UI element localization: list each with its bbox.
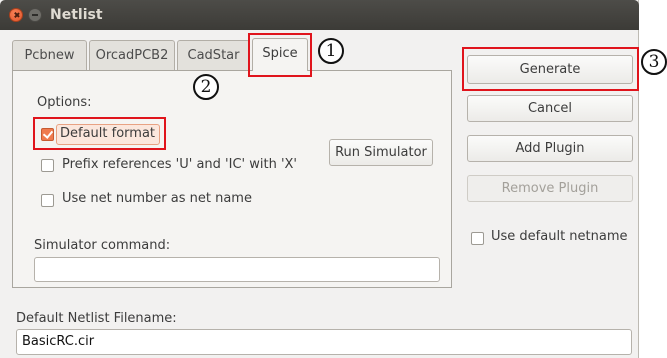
net-number-label: Use net number as net name [62,191,252,206]
window-title: Netlist [50,7,103,23]
close-window-icon[interactable] [9,8,23,22]
minimize-window-icon[interactable] [28,8,42,22]
tab-orcadpcb2[interactable]: OrcadPCB2 [89,40,175,70]
default-format-checkbox[interactable] [41,128,54,141]
options-heading: Options: [37,95,92,110]
tab-spice[interactable]: Spice [252,38,308,71]
simulator-command-input[interactable] [34,257,440,282]
add-plugin-button[interactable]: Add Plugin [467,135,633,162]
use-default-netname-checkbox[interactable] [471,232,484,245]
default-netlist-filename-input[interactable]: BasicRC.cir [16,329,632,355]
annotation-number-2: 2 [193,74,219,100]
annotation-number-3: 3 [641,49,667,75]
use-default-netname-label: Use default netname [491,229,628,244]
annotation-number-1: 1 [318,38,344,64]
tab-cadstar[interactable]: CadStar [177,40,250,70]
default-format-label: Default format [60,126,156,141]
remove-plugin-button: Remove Plugin [467,175,633,202]
prefix-references-label: Prefix references 'U' and 'IC' with 'X' [62,157,298,172]
default-netlist-filename-label: Default Netlist Filename: [16,311,177,326]
generate-button[interactable]: Generate [467,55,633,84]
simulator-command-label: Simulator command: [34,238,171,253]
run-simulator-button[interactable]: Run Simulator [329,139,433,166]
cancel-button[interactable]: Cancel [467,95,633,122]
tab-pcbnew[interactable]: Pcbnew [12,40,87,70]
prefix-references-checkbox[interactable] [41,159,54,172]
net-number-checkbox[interactable] [41,194,54,207]
title-bar: Netlist [0,0,639,30]
